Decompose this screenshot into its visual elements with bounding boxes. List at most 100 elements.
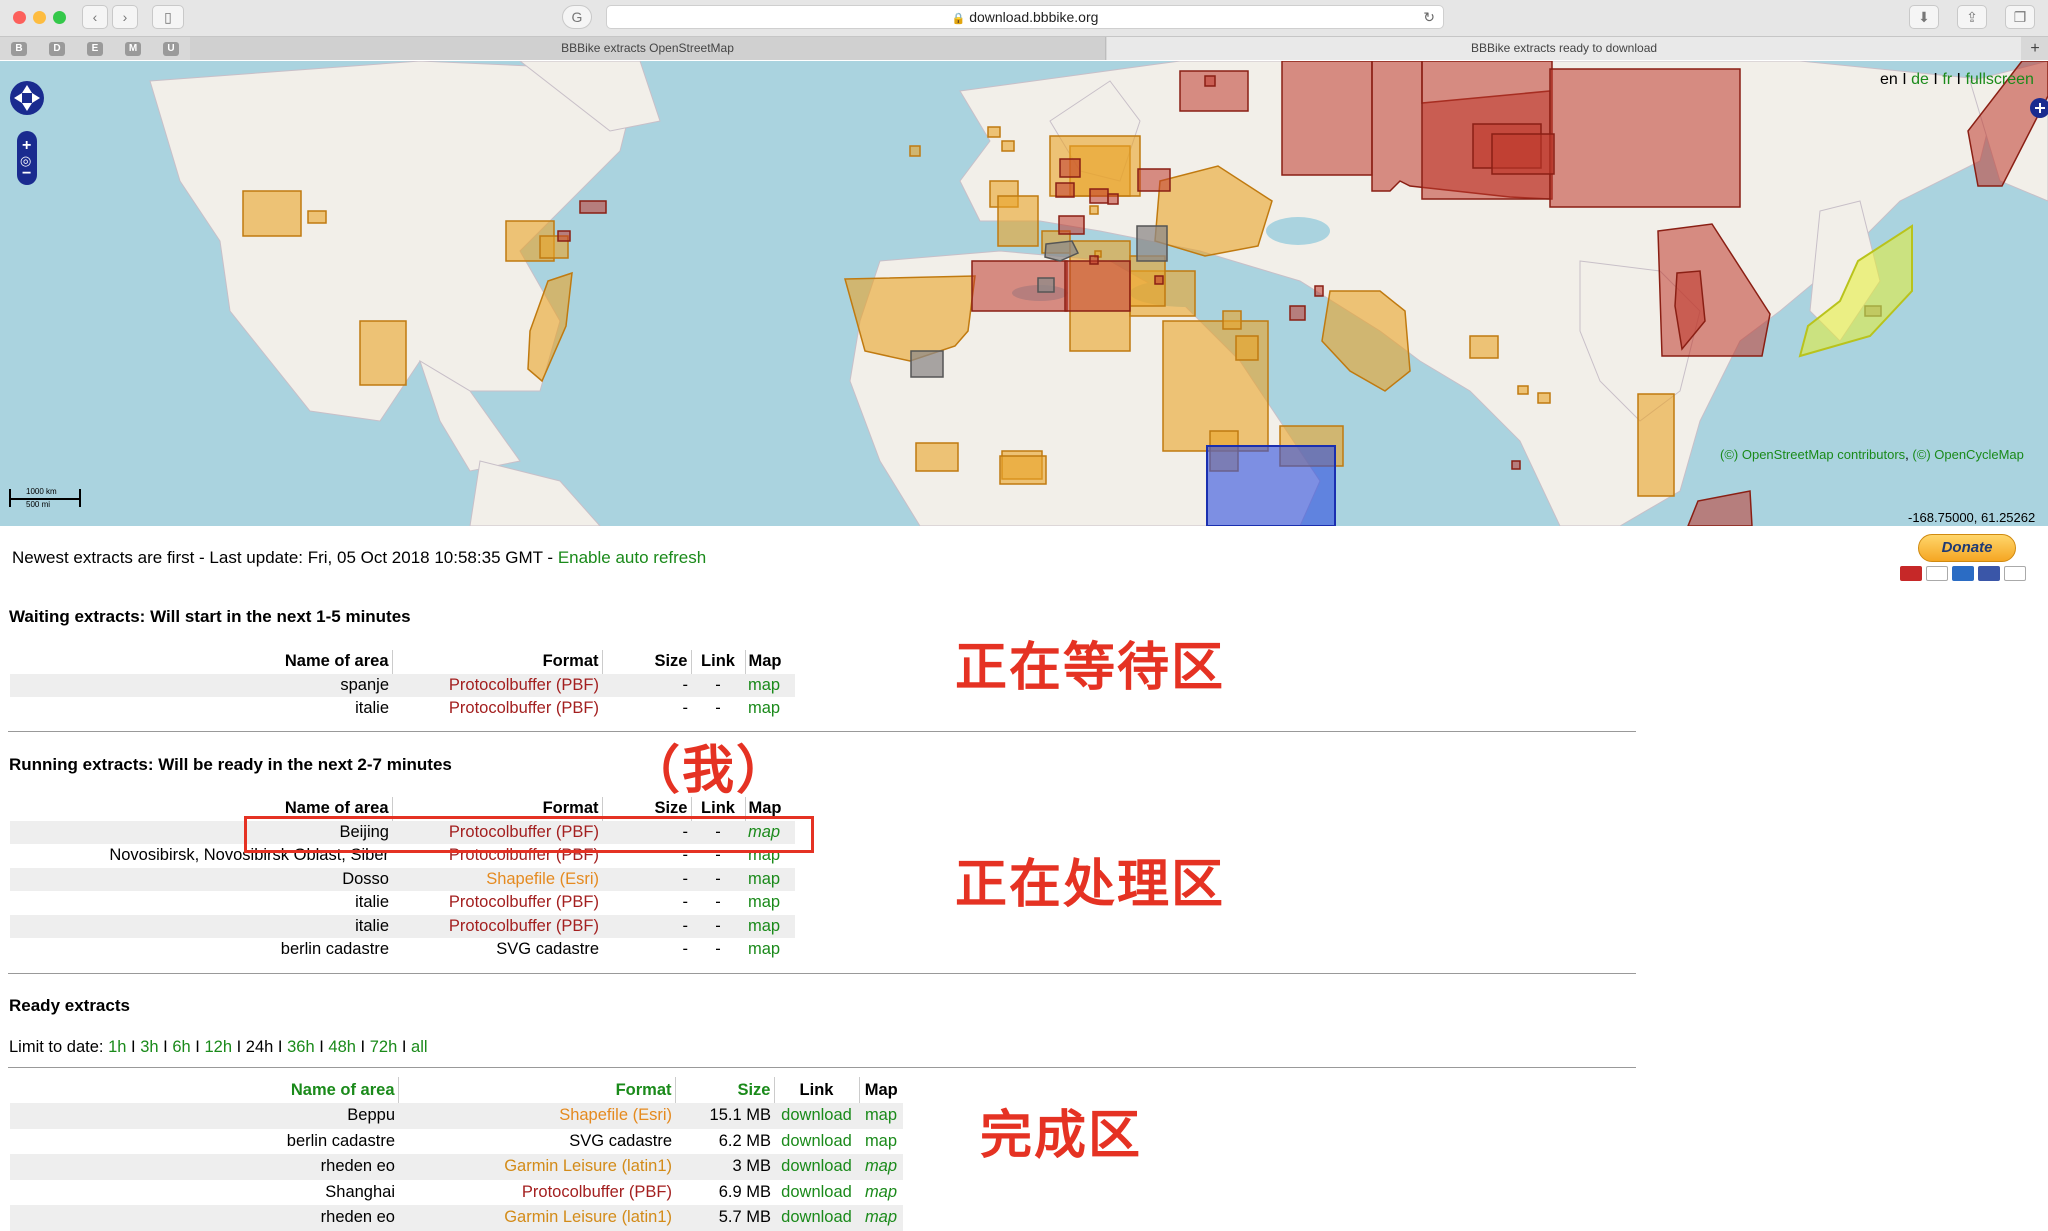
extension-button[interactable]: G [562,5,592,29]
size-cell: - [682,940,689,959]
auto-refresh-link[interactable]: Enable auto refresh [558,548,706,567]
download-link[interactable]: download [774,1129,859,1155]
format-cell: SVG cadastre [496,940,599,959]
map-link[interactable]: map [859,1129,903,1155]
ocm-attribution-link[interactable]: (©) OpenCycleMap [1912,447,2023,462]
limit-3h-link[interactable]: 3h [140,1038,158,1056]
map-link[interactable]: map [745,938,795,962]
link-cell: - [691,673,745,697]
download-link[interactable]: download [774,1205,859,1231]
status-line: Newest extracts are first - Last update:… [12,548,706,568]
fullscreen-link[interactable]: fullscreen [1965,71,2033,88]
forward-button[interactable]: › [112,5,138,29]
limit-12h-link[interactable]: 12h [204,1038,232,1056]
chevron-right-icon: › [122,9,128,25]
col-link: Link [690,650,745,674]
map-link[interactable]: map [859,1154,903,1180]
share-icon: ⇪ [1966,9,1978,25]
lang-fr-link[interactable]: fr [1942,71,1952,88]
col-format-sort-link[interactable]: Format [397,1077,675,1103]
size-cell: - [602,867,691,891]
bookmark-d[interactable]: D [49,42,65,56]
bookmark-e[interactable]: E [87,42,103,56]
col-map: Map [744,650,795,674]
size-cell: - [682,699,689,718]
area-name: rheden eo [10,1205,398,1231]
waiting-heading: Waiting extracts: Will start in the next… [9,607,411,626]
donate-button[interactable]: Donate [1918,534,2016,562]
limit-all-link[interactable]: all [411,1038,428,1056]
map-link[interactable]: map [859,1205,903,1231]
chevron-left-icon: ‹ [92,9,98,25]
col-name-sort-link[interactable]: Name of area [10,1077,398,1103]
zoom-window-button[interactable] [53,11,66,24]
limit-36h-link[interactable]: 36h [287,1038,315,1056]
map-link[interactable]: map [859,1180,903,1206]
area-name: berlin cadastre [280,940,389,959]
downloads-button[interactable]: ⬇ [1909,5,1939,29]
map-link[interactable]: map [859,1103,903,1129]
limit-72h-link[interactable]: 72h [370,1038,398,1056]
lang-en: en [1880,71,1898,88]
limit-separator: I [360,1038,366,1056]
size-cell: 15.1 MB [675,1103,774,1129]
format-cell: Protocolbuffer (PBF) [521,1182,672,1201]
ready-table: Name of area Format Size Link Map Beppu … [10,1077,903,1231]
bookmark-b[interactable]: B [11,42,27,56]
download-link[interactable]: download [774,1154,859,1180]
lang-de-link[interactable]: de [1911,71,1929,88]
format-cell: Protocolbuffer (PBF) [392,914,602,938]
g-circle-icon: G [571,9,583,25]
bookmark-u[interactable]: U [163,42,179,56]
area-name: Dosso [10,867,392,891]
table-row: Shanghai Protocolbuffer (PBF) 6.9 MB dow… [10,1180,903,1206]
show-tabs-button[interactable]: ❐ [2005,5,2035,29]
reload-icon[interactable]: ↻ [1423,6,1435,28]
zoom-out-icon[interactable]: − [22,165,31,183]
new-tab-button[interactable]: + [2022,37,2048,60]
bookmark-m[interactable]: M [125,42,141,56]
layer-switcher-button[interactable] [2030,97,2048,117]
osm-attribution-link[interactable]: (©) OpenStreetMap contributors [1720,447,1905,462]
format-cell: Protocolbuffer (PBF) [392,673,602,697]
download-link[interactable]: download [774,1180,859,1206]
download-icon: ⬇ [1918,9,1930,25]
table-row: berlin cadastre SVG cadastre 6.2 MB down… [10,1129,903,1155]
limit-6h-link[interactable]: 6h [172,1038,190,1056]
mastercard-icon [1900,566,1922,581]
link-cell: - [691,914,745,938]
limit-separator: I [401,1038,407,1056]
map-link[interactable]: map [745,867,795,891]
browser-chrome: ‹ › ▯ G 🔒 download.bbbike.org ↻ ⬇ ⇪ ❐ B … [0,0,2048,60]
limit-48h-link[interactable]: 48h [328,1038,356,1056]
link-cell: - [715,940,721,959]
back-button[interactable]: ‹ [82,5,108,29]
map-link[interactable]: map [745,673,795,697]
annotation-running: 正在处理区 [955,855,1226,915]
zoom-in-icon[interactable]: + [22,137,34,154]
map-link[interactable]: map [745,697,795,721]
sidebar-button[interactable]: ▯ [152,5,184,29]
annotation-waiting: 正在等待区 [955,638,1226,698]
map-link[interactable]: map [745,891,795,915]
share-button[interactable]: ⇪ [1957,5,1987,29]
format-cell: Shapefile (Esri) [392,867,602,891]
area-name: Shanghai [325,1182,395,1201]
map-link[interactable]: map [745,914,795,938]
limit-to-date: Limit to date: 1h I 3h I 6h I 12h I 24h … [9,1038,428,1057]
address-bar[interactable]: 🔒 download.bbbike.org ↻ [606,5,1444,29]
col-size-sort-link[interactable]: Size [674,1077,774,1103]
tab-ready-to-download[interactable]: BBBike extracts ready to download [1107,37,2021,60]
tab-openstreetmap[interactable]: BBBike extracts OpenStreetMap [190,37,1106,60]
minimize-window-button[interactable] [33,11,46,24]
extracts-map[interactable]: + ◎ − en I de I fr I fullscreen (©) Open… [0,61,2048,526]
limit-separator: I [277,1038,283,1056]
download-link[interactable]: download [774,1103,859,1129]
table-row: Beppu Shapefile (Esri) 15.1 MB download … [10,1103,903,1129]
close-window-button[interactable] [13,11,26,24]
ready-heading: Ready extracts [9,996,130,1015]
link-cell: - [715,893,721,912]
table-row: rheden eo Garmin Leisure (latin1) 5.7 MB… [10,1205,903,1231]
payment-cards [1900,566,2040,584]
limit-1h-link[interactable]: 1h [108,1038,126,1056]
